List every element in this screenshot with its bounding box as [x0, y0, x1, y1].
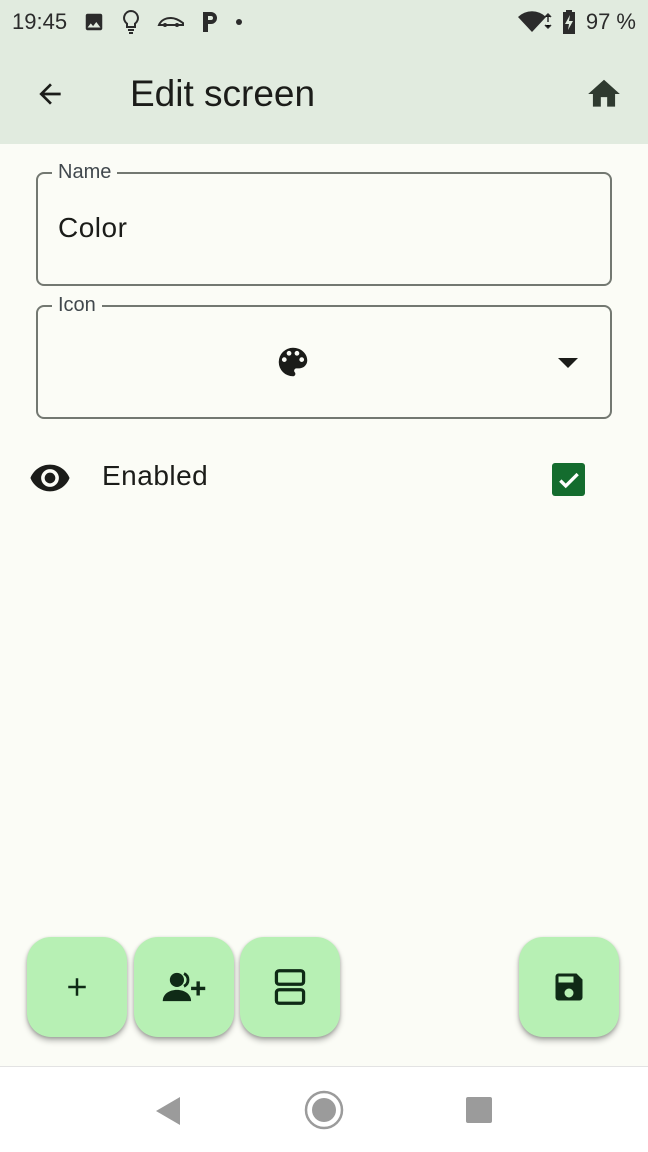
add-icon — [68, 978, 86, 996]
back-button[interactable] — [22, 70, 78, 118]
name-field-label: Name — [52, 158, 118, 186]
layout-rows-icon — [274, 969, 306, 1005]
parking-icon — [201, 11, 219, 33]
add-layout-button[interactable] — [240, 937, 340, 1037]
palette-icon — [274, 343, 312, 386]
enabled-label: Enabled — [102, 460, 209, 491]
nav-recents-icon[interactable] — [465, 1096, 493, 1129]
name-field-value[interactable]: Color — [58, 212, 127, 244]
image-icon — [83, 11, 105, 33]
check-icon — [558, 472, 579, 488]
wifi-icon — [517, 10, 552, 34]
person-add-icon — [162, 972, 206, 1002]
dropdown-arrow-icon — [558, 357, 578, 375]
arrow-back-icon — [39, 83, 61, 105]
status-bar: 19:45 97 % — [0, 0, 648, 44]
battery-charging-icon — [562, 10, 576, 34]
icon-field-label: Icon — [52, 291, 102, 319]
battery-percent: 97 % — [585, 9, 636, 34]
add-user-button[interactable] — [134, 937, 234, 1037]
save-icon — [555, 973, 583, 1001]
add-button[interactable] — [27, 937, 127, 1037]
icon-dropdown[interactable]: Icon — [36, 291, 612, 419]
lightbulb-icon — [121, 9, 141, 35]
status-time: 19:45 — [12, 9, 68, 34]
save-button[interactable] — [519, 937, 619, 1037]
enabled-checkbox[interactable] — [552, 463, 585, 496]
page-title: Edit screen — [130, 73, 316, 114]
enabled-row[interactable]: Enabled — [0, 446, 648, 510]
car-icon — [157, 15, 185, 29]
nav-home-icon[interactable] — [303, 1089, 345, 1136]
eye-icon — [28, 462, 72, 499]
dot-icon — [235, 18, 243, 26]
top-app-bar: Edit screen — [0, 44, 648, 144]
status-right: 97 % — [517, 9, 636, 35]
home-icon — [588, 79, 620, 107]
name-field[interactable]: Name Color — [36, 158, 612, 286]
system-nav-bar — [0, 1066, 648, 1152]
home-button[interactable] — [576, 68, 632, 120]
status-left: 19:45 — [12, 9, 243, 35]
nav-back-icon[interactable] — [154, 1095, 182, 1132]
